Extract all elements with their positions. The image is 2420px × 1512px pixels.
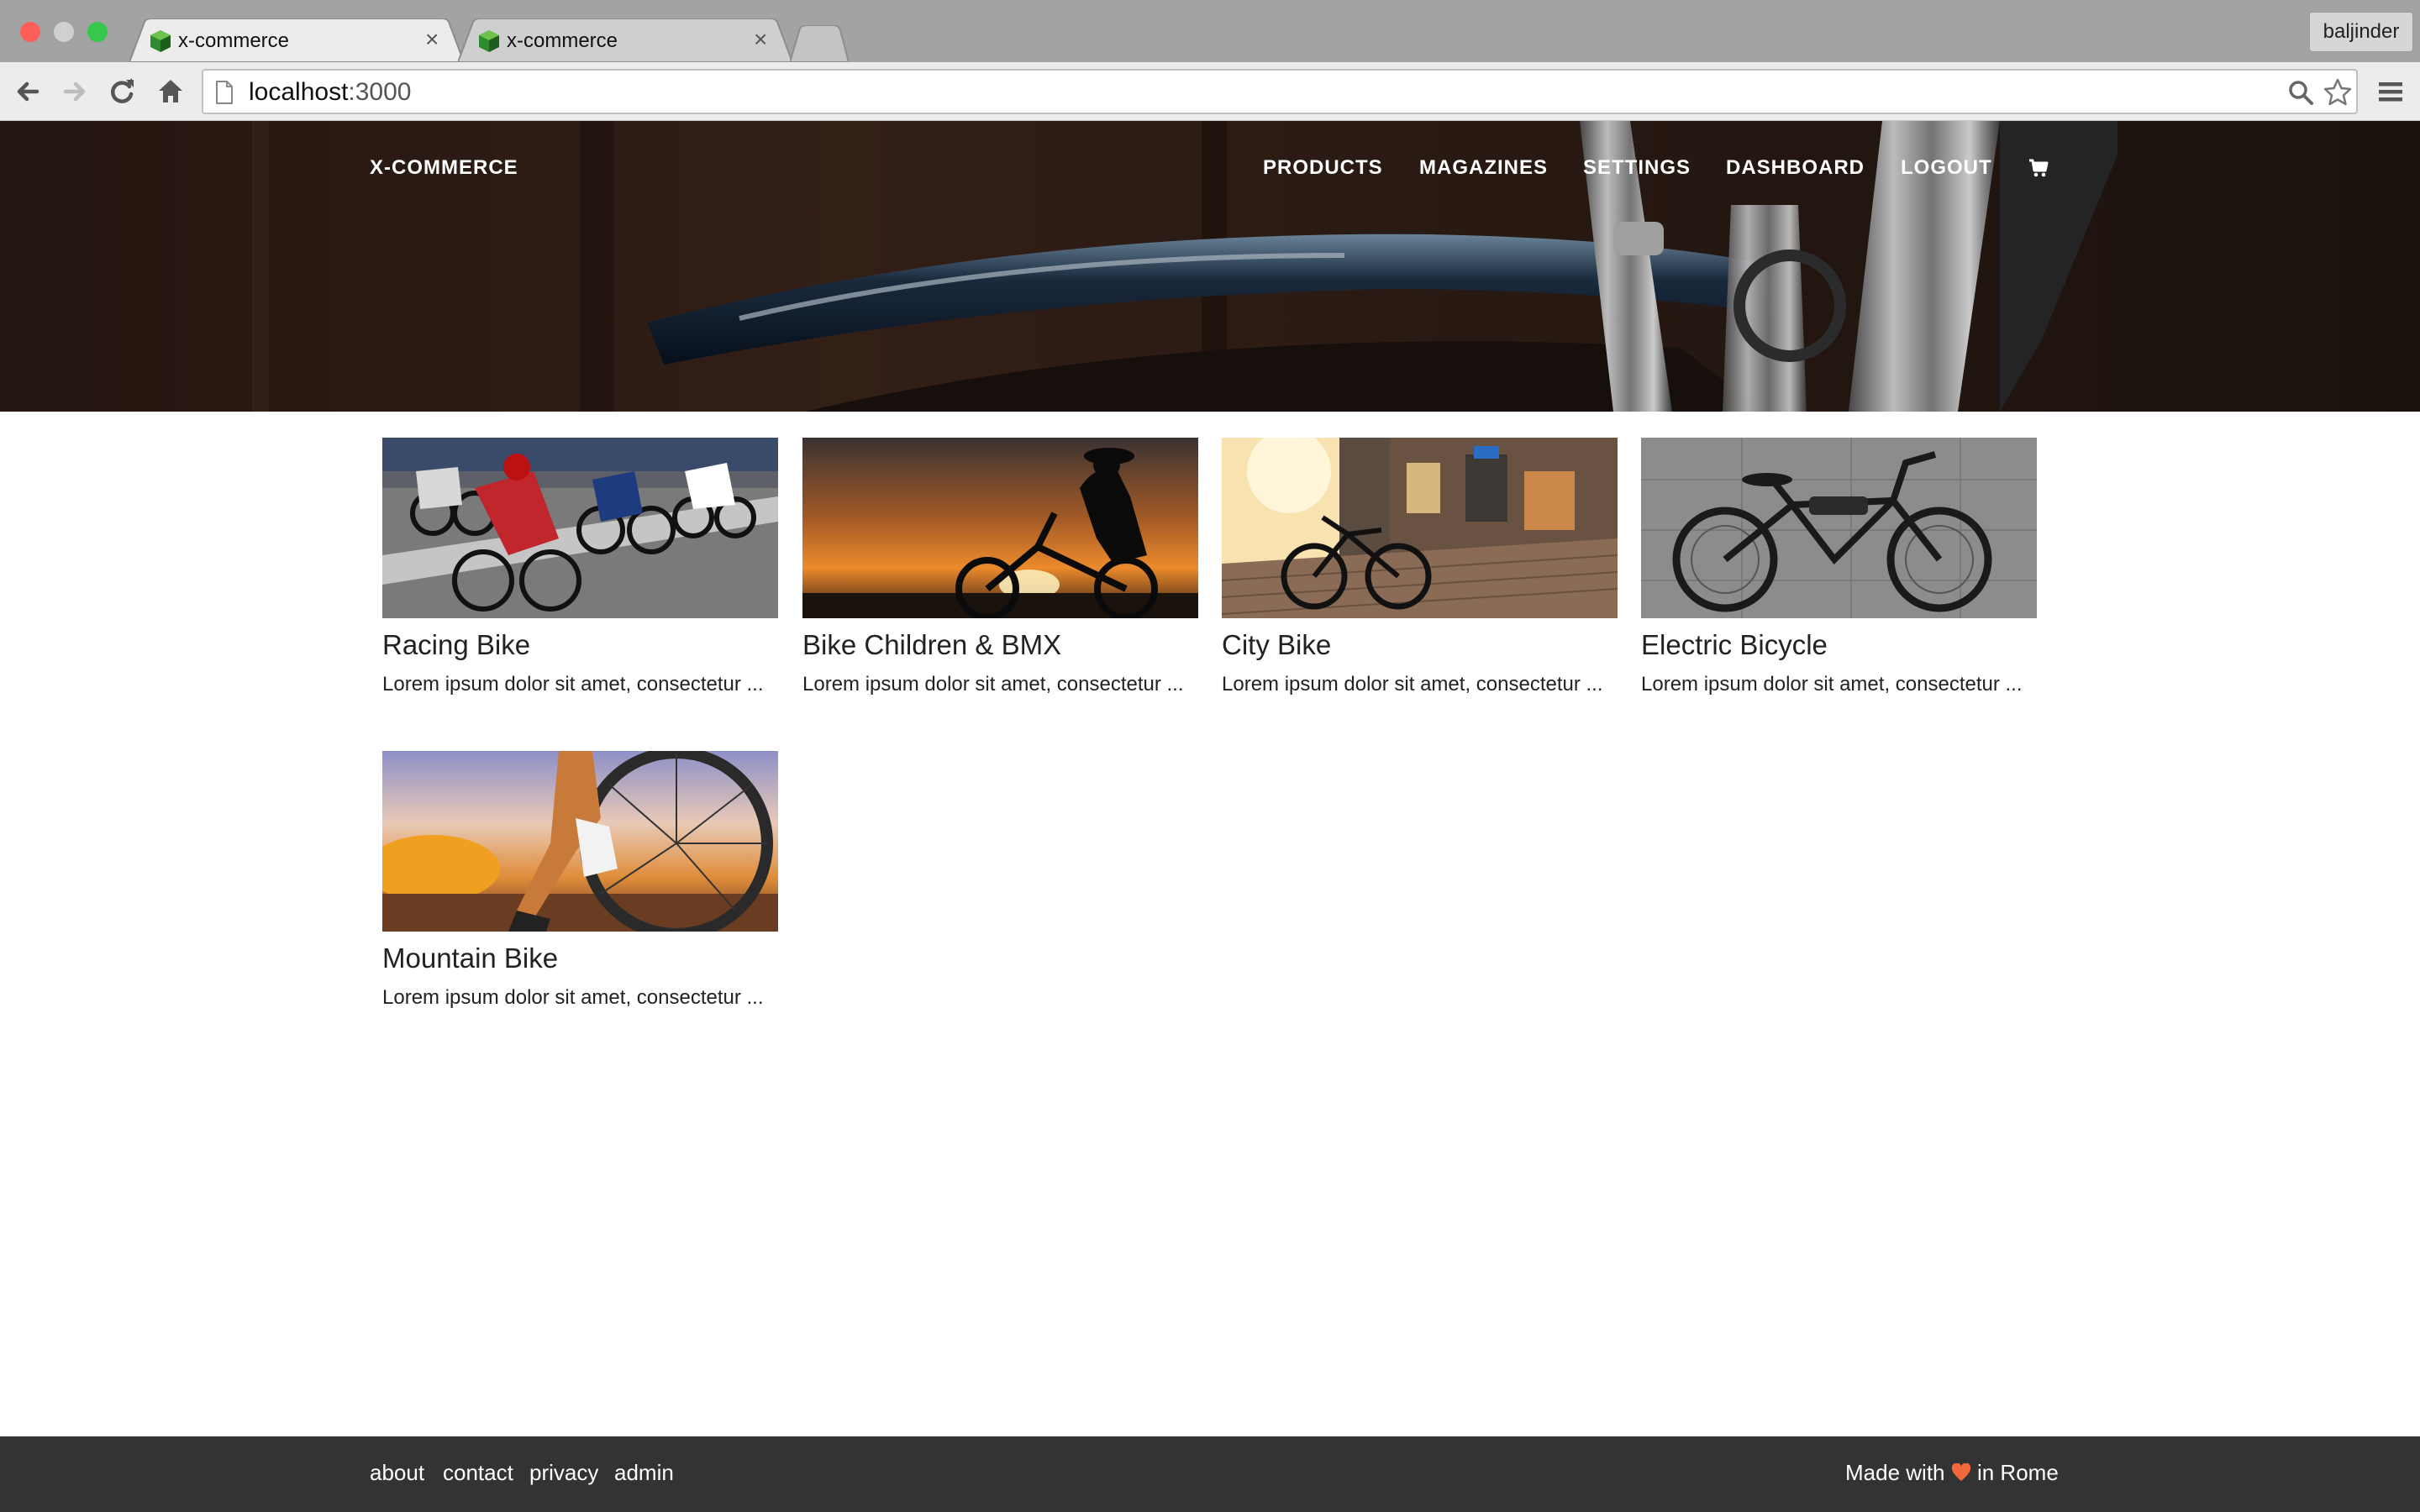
- heart-icon: [1951, 1462, 1970, 1481]
- product-name[interactable]: Mountain Bike: [382, 942, 558, 974]
- bicycle-fender-hero-image: [0, 121, 2420, 412]
- browser-tab-bar: x-commerce × x-commerce × baljinder: [0, 0, 2420, 62]
- hero-banner: [0, 121, 2420, 412]
- product-description: Lorem ipsum dolor sit amet, consectetur …: [802, 673, 1184, 696]
- nav-magazines[interactable]: MAGAZINES: [1419, 156, 1548, 180]
- bmx-sunset-image[interactable]: [802, 438, 1198, 618]
- product-name[interactable]: Electric Bicycle: [1641, 629, 1828, 661]
- close-window-button[interactable]: [20, 22, 40, 42]
- back-arrow-icon[interactable]: [12, 76, 44, 108]
- cart-icon[interactable]: [2028, 158, 2049, 178]
- tab-title: x-commerce: [178, 29, 290, 52]
- mountain-bike-image[interactable]: [382, 751, 778, 932]
- browser-toolbar: localhost:3000: [0, 62, 2420, 121]
- maximize-window-button[interactable]: [87, 22, 108, 42]
- cube-favicon-icon: [479, 30, 499, 52]
- nav-logout[interactable]: LOGOUT: [1901, 156, 1992, 180]
- product-description: Lorem ipsum dolor sit amet, consectetur …: [1222, 673, 1603, 696]
- new-tab-button[interactable]: [790, 25, 849, 62]
- made-with-love-text: Made with in Rome: [1845, 1460, 2059, 1485]
- browser-tab-active[interactable]: x-commerce ×: [129, 18, 464, 62]
- browser-tab[interactable]: x-commerce ×: [458, 18, 792, 62]
- minimize-window-button[interactable]: [54, 22, 74, 42]
- menu-icon[interactable]: [2376, 77, 2405, 106]
- footer-link-about[interactable]: about: [370, 1460, 424, 1486]
- footer-link-privacy[interactable]: privacy: [529, 1460, 598, 1486]
- footer-link-contact[interactable]: contact: [443, 1460, 513, 1486]
- cube-favicon-icon: [150, 30, 171, 52]
- address-bar[interactable]: localhost:3000: [202, 69, 2358, 114]
- product-description: Lorem ipsum dolor sit amet, consectetur …: [382, 986, 764, 1009]
- nav-products[interactable]: PRODUCTS: [1263, 156, 1383, 180]
- home-icon[interactable]: [155, 76, 187, 108]
- racing-bike-image[interactable]: [382, 438, 778, 618]
- profile-button[interactable]: baljinder: [2309, 12, 2413, 52]
- product-name[interactable]: City Bike: [1222, 629, 1331, 661]
- product-name[interactable]: Bike Children & BMX: [802, 629, 1061, 661]
- city-bike-image[interactable]: [1222, 438, 1618, 618]
- search-icon[interactable]: [2287, 79, 2314, 106]
- site-brand-link[interactable]: X-COMMERCE: [370, 156, 518, 180]
- footer-link-admin[interactable]: admin: [614, 1460, 674, 1486]
- url-text: localhost:3000: [249, 78, 412, 106]
- tab-close-icon[interactable]: ×: [425, 27, 439, 52]
- page-icon: [216, 81, 233, 104]
- product-name[interactable]: Racing Bike: [382, 629, 530, 661]
- nav-settings[interactable]: SETTINGS: [1583, 156, 1691, 180]
- forward-arrow-icon[interactable]: [59, 76, 91, 108]
- product-description: Lorem ipsum dolor sit amet, consectetur …: [382, 673, 764, 696]
- tab-close-icon[interactable]: ×: [754, 27, 767, 52]
- reload-icon[interactable]: [106, 76, 138, 108]
- tab-title: x-commerce: [507, 29, 618, 52]
- bookmark-star-icon[interactable]: [2323, 77, 2353, 108]
- electric-bicycle-image[interactable]: [1641, 438, 2037, 618]
- nav-dashboard[interactable]: DASHBOARD: [1726, 156, 1865, 180]
- product-description: Lorem ipsum dolor sit amet, consectetur …: [1641, 673, 2023, 696]
- site-footer: about contact privacy admin Made with in…: [0, 1436, 2420, 1512]
